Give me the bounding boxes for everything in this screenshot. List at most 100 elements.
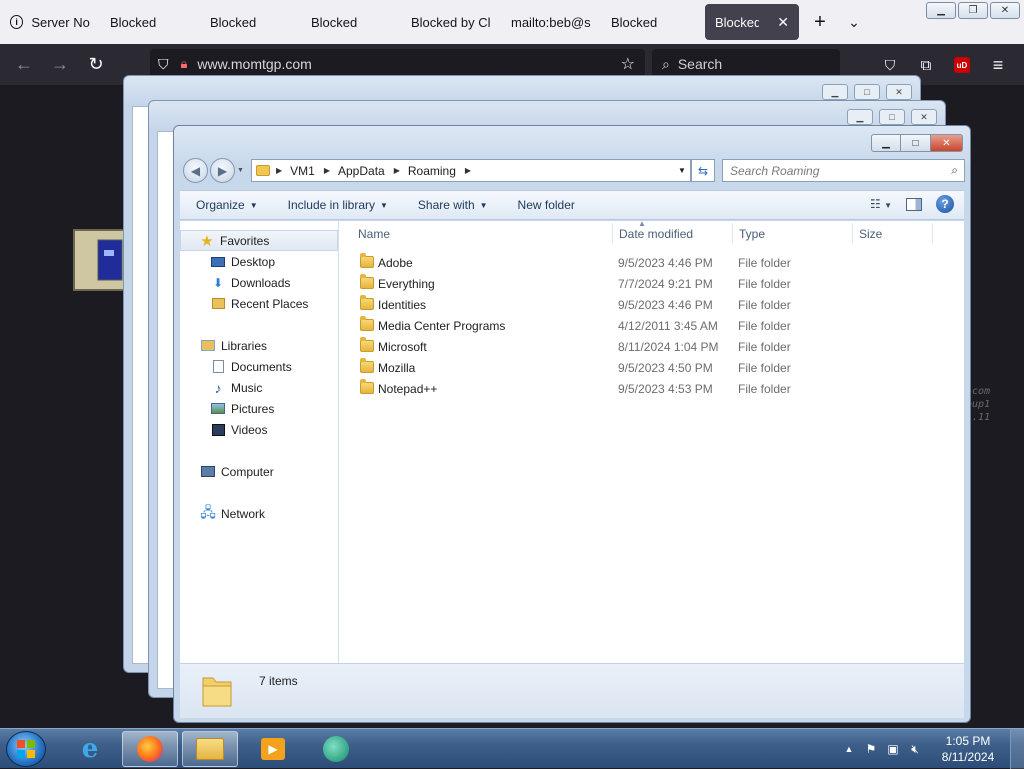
minimize-button[interactable]: ▁ (871, 134, 901, 152)
column-name[interactable]: Name (358, 227, 390, 241)
help-icon[interactable]: ? (936, 195, 954, 213)
tab-blocked-by-cloud[interactable]: Blocked by Clo (401, 4, 501, 40)
volume-muted-icon[interactable]: 🔇︎ (904, 742, 926, 757)
nav-music[interactable]: ♪ Music (180, 377, 338, 398)
nav-libraries[interactable]: Libraries (180, 335, 338, 356)
column-size[interactable]: Size (859, 227, 882, 241)
recent-pages-chevron-icon[interactable]: ▼ (237, 167, 244, 183)
nav-videos[interactable]: Videos (180, 419, 338, 440)
nav-recent-places[interactable]: Recent Places (180, 293, 338, 314)
list-tabs-chevron-icon[interactable]: ⌄ (837, 5, 871, 39)
ublock-origin-icon[interactable]: uD (944, 47, 980, 83)
tab-label: Blocked (715, 14, 760, 30)
back-arrow-icon[interactable]: ← (6, 46, 42, 82)
nav-network[interactable]: 🖧︎ Network (180, 503, 338, 524)
breadcrumb-arrow-icon[interactable]: ▶ (465, 166, 471, 175)
file-row[interactable]: Identities 9/5/2023 4:46 PM File folder (340, 294, 964, 315)
start-button[interactable] (6, 731, 46, 767)
share-with-button[interactable]: Share with ▼ (406, 198, 500, 212)
shield-icon[interactable]: ⛉ (158, 56, 169, 73)
breadcrumb-arrow-icon[interactable]: ▶ (276, 166, 282, 175)
network-tray-icon[interactable]: ▣ (882, 742, 904, 756)
show-hidden-icons-icon[interactable]: ▲ (838, 744, 860, 754)
tab-blocked-2[interactable]: Blocked (200, 4, 301, 40)
bookmark-star-icon[interactable]: ☆ (621, 54, 635, 74)
minimize-icon[interactable]: ▁ (847, 109, 873, 125)
command-bar: Organize ▼ Include in library ▼ Share with… (180, 190, 964, 220)
url-text[interactable]: www.momtgp.com (197, 56, 311, 72)
close-tab-icon[interactable]: ✕ (777, 14, 789, 31)
address-dropdown-icon[interactable]: ▼ (674, 160, 690, 181)
nav-desktop[interactable]: Desktop (180, 251, 338, 272)
forward-button[interactable]: ▶ (210, 158, 235, 183)
forward-arrow-icon[interactable]: → (42, 46, 78, 82)
action-center-flag-icon[interactable]: ⚑ (860, 742, 882, 756)
back-button[interactable]: ◀ (183, 158, 208, 183)
breadcrumb-roaming[interactable]: Roaming (408, 164, 456, 178)
minimize-icon[interactable]: ▁ (822, 84, 848, 100)
file-row[interactable]: Media Center Programs 4/12/2011 3:45 AM … (340, 315, 964, 336)
change-view-icon[interactable]: ☷ ▼ (870, 197, 892, 211)
documents-icon (210, 359, 226, 375)
search-input[interactable]: Search Roaming ⌕ (722, 159, 965, 182)
lock-icon[interactable]: 🔒︎ (181, 56, 188, 72)
address-bar[interactable]: ▶ VM1 ▶ AppData ▶ Roaming ▶ ▼ (251, 159, 691, 182)
maximize-button[interactable]: □ (901, 134, 931, 152)
show-desktop-button[interactable] (1010, 729, 1024, 769)
new-tab-button[interactable]: + (803, 5, 837, 39)
nav-computer[interactable]: Computer (180, 461, 338, 482)
breadcrumb-vm1[interactable]: VM1 (290, 164, 315, 178)
explorer-body: ★ Favorites Desktop ⬇ Downloads Recent P… (180, 219, 964, 663)
tab-server-not-found[interactable]: i Server Not (0, 4, 100, 40)
tab-blocked-1[interactable]: Blocked (100, 4, 200, 40)
preview-pane-icon[interactable] (906, 197, 922, 211)
file-row[interactable]: Everything 7/7/2024 9:21 PM File folder (340, 273, 964, 294)
nav-documents[interactable]: Documents (180, 356, 338, 377)
tab-mailto[interactable]: mailto:beb@se (501, 4, 601, 40)
maximize-icon[interactable]: □ (879, 109, 905, 125)
nav-pictures[interactable]: Pictures (180, 398, 338, 419)
column-date-modified[interactable]: Date modified (619, 227, 693, 241)
file-row[interactable]: Notepad++ 9/5/2023 4:53 PM File folder (340, 378, 964, 399)
tab-blocked-active[interactable]: Blocked ✕ (705, 4, 799, 40)
file-row[interactable]: Adobe 9/5/2023 4:46 PM File folder (340, 252, 964, 273)
file-row[interactable]: Mozilla 9/5/2023 4:50 PM File folder (340, 357, 964, 378)
tab-label: Blocked (611, 14, 658, 30)
search-icon[interactable]: ⌕ (951, 163, 958, 178)
internet-explorer-icon[interactable]: e (62, 731, 118, 767)
folder-icon (360, 337, 374, 352)
teamviewer-icon[interactable] (308, 731, 364, 767)
media-player-icon[interactable]: ▶ (245, 731, 301, 767)
close-button[interactable]: ✕ (931, 134, 963, 152)
tab-blocked-4[interactable]: Blocked (601, 4, 701, 40)
breadcrumb-appdata[interactable]: AppData (338, 164, 385, 178)
reload-icon[interactable]: ↻ (78, 46, 114, 82)
organize-button[interactable]: Organize ▼ (184, 198, 270, 212)
close-icon[interactable]: ✕ (911, 109, 937, 125)
navigation-pane: ★ Favorites Desktop ⬇ Downloads Recent P… (180, 221, 339, 663)
column-type[interactable]: Type (739, 227, 765, 241)
window-restore-button[interactable]: ❐ (958, 2, 988, 19)
nav-favorites[interactable]: ★ Favorites (180, 230, 338, 251)
file-row[interactable]: Microsoft 8/11/2024 1:04 PM File folder (340, 336, 964, 357)
window-minimize-button[interactable]: ▁ (926, 2, 956, 19)
include-in-library-button[interactable]: Include in library ▼ (276, 198, 400, 212)
item-count: 7 items (259, 674, 298, 688)
refresh-button[interactable]: ⇆ (691, 159, 715, 182)
tab-blocked-3[interactable]: Blocked (301, 4, 401, 40)
clock[interactable]: 1:05 PM 8/11/2024 (926, 733, 1010, 765)
tab-label: Blocked by Clo (411, 14, 491, 30)
new-folder-button[interactable]: New folder (506, 198, 587, 212)
hamburger-menu-icon[interactable]: ≡ (980, 47, 1016, 83)
maximize-icon[interactable]: □ (854, 84, 880, 100)
nav-downloads[interactable]: ⬇ Downloads (180, 272, 338, 293)
window-close-button[interactable]: ✕ (990, 2, 1020, 19)
close-icon[interactable]: ✕ (886, 84, 912, 100)
breadcrumb-arrow-icon[interactable]: ▶ (324, 166, 330, 175)
breadcrumb-arrow-icon[interactable]: ▶ (394, 166, 400, 175)
windows-explorer-icon[interactable] (182, 731, 238, 767)
folder-icon (360, 316, 374, 331)
folder-icon (360, 295, 374, 310)
tab-label: mailto:beb@se (511, 14, 591, 30)
firefox-icon[interactable] (122, 731, 178, 767)
